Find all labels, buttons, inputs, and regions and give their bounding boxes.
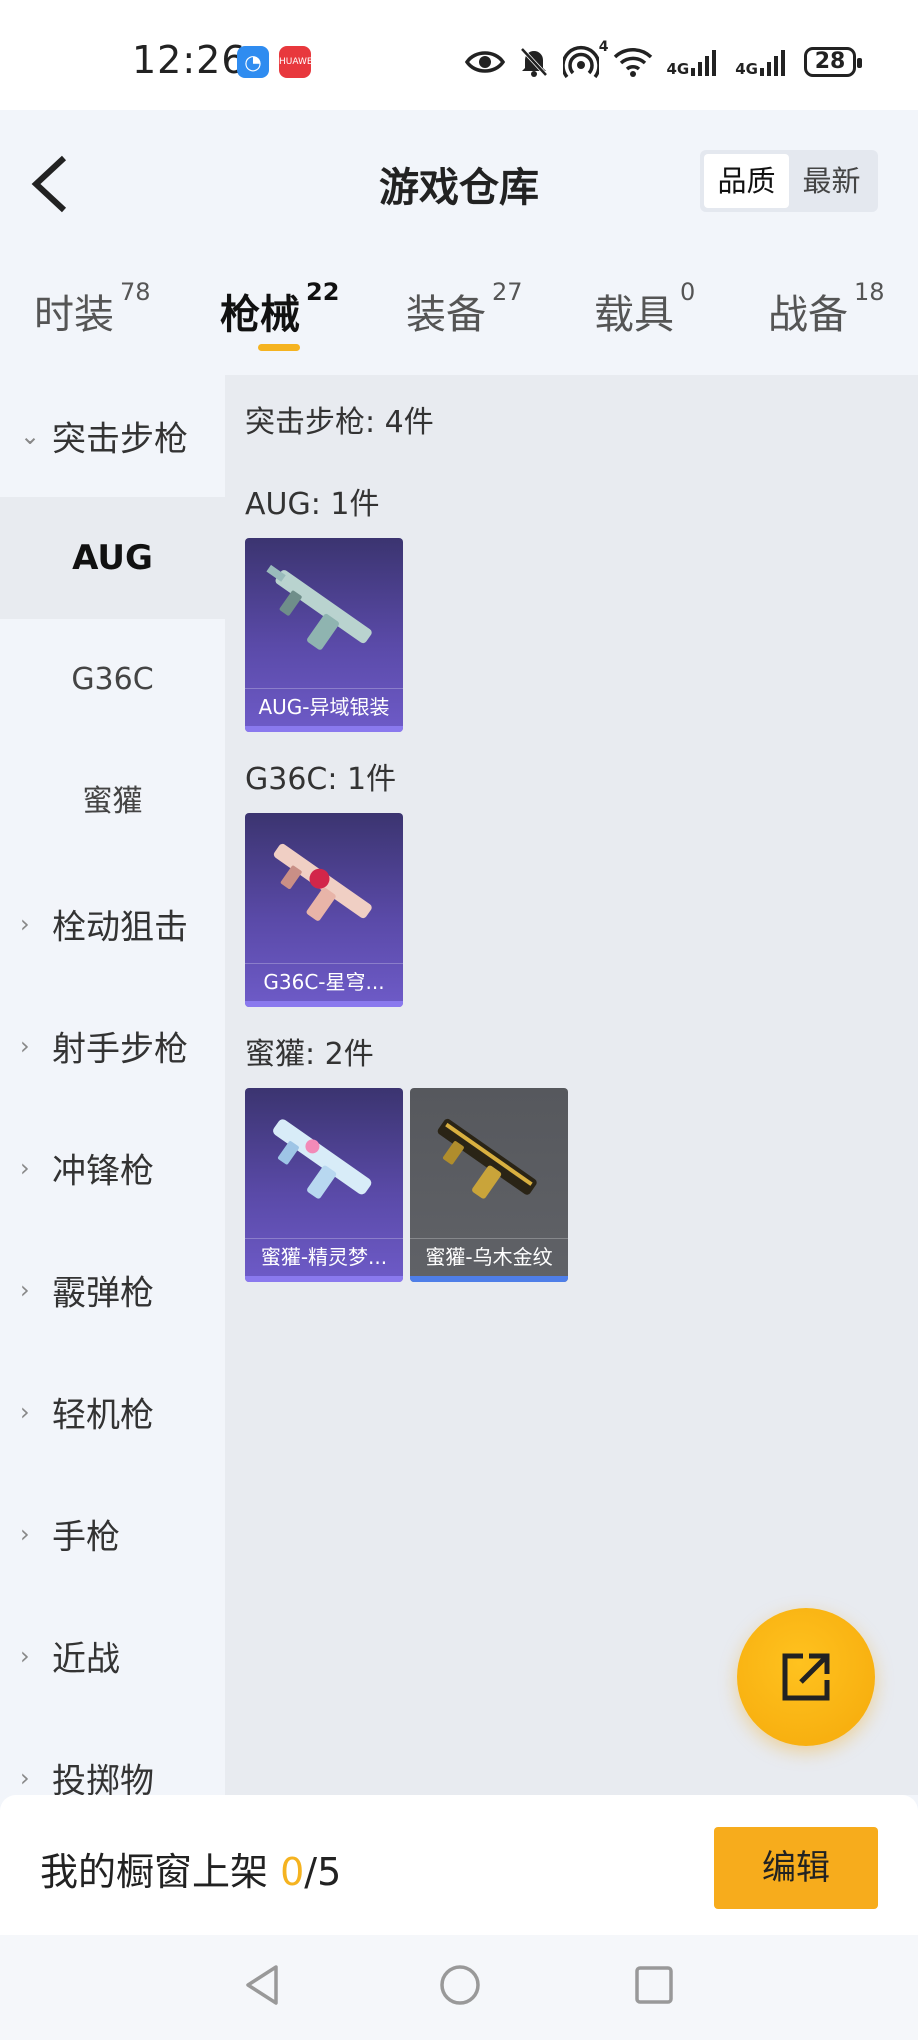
item-name: G36C-星穹... (245, 963, 403, 1001)
nav-home-icon[interactable] (438, 1963, 482, 2007)
sidebar-category-assault-rifle[interactable]: ⌄ 突击步枪 (0, 375, 225, 497)
hotspot-count: 4 (598, 39, 609, 55)
sidebar-item-g36c[interactable]: G36C (0, 619, 225, 741)
tab-equipment[interactable]: 装备 27 (406, 278, 523, 340)
chevron-right-icon: › (20, 1520, 30, 1548)
status-time: 12:26 (132, 38, 247, 82)
rifle-skin-image (273, 1119, 372, 1199)
tab-count: 0 (680, 278, 696, 306)
showcase-total: /5 (304, 1850, 342, 1894)
sidebar-category-pistol[interactable]: › 手枪 (0, 1473, 225, 1595)
sidebar-category-label: 射手步枪 (52, 1029, 188, 1070)
chevron-right-icon: › (20, 910, 30, 938)
status-bar: 12:26 ◔ HUAWEI 4 4G 4G 28 (0, 0, 918, 110)
rarity-bar (410, 1276, 568, 1282)
rifle-skin-image (273, 843, 372, 921)
sidebar-category-label: 霰弹枪 (52, 1273, 154, 1314)
huawei-appgallery-icon: HUAWEI (279, 46, 315, 78)
item-name: 蜜獾-精灵梦... (245, 1238, 403, 1276)
hotspot-icon (562, 46, 599, 79)
sort-quality-option[interactable]: 品质 (704, 154, 789, 208)
item-card[interactable]: 蜜獾-精灵梦... (245, 1088, 403, 1282)
sidebar-category-melee[interactable]: › 近战 (0, 1595, 225, 1717)
tab-count: 78 (120, 278, 151, 306)
signal-icon (760, 50, 785, 76)
tab-label: 时装 (34, 292, 114, 338)
rarity-bar (245, 1276, 403, 1282)
category-tabs: 时装 78 枪械 22 装备 27 载具 0 战备 18 (0, 250, 918, 375)
sidebar-category-label: 栓动狙击 (52, 907, 188, 948)
sidebar-category-smg[interactable]: › 冲锋枪 (0, 1107, 225, 1229)
sort-toggle: 品质 最新 (700, 150, 878, 212)
battery-icon: 28 (804, 47, 862, 77)
system-nav-bar (0, 1935, 918, 2040)
sidebar-category-lmg[interactable]: › 轻机枪 (0, 1351, 225, 1473)
nav-recents-icon[interactable] (634, 1963, 674, 2007)
sidebar-item-honey-badger[interactable]: 蜜獾 (0, 741, 225, 863)
nav-back-icon[interactable] (242, 1963, 282, 2007)
showcase-bar: 我的橱窗上架 0/5 编辑 (0, 1795, 918, 1935)
item-card[interactable]: G36C-星穹... (245, 813, 403, 1007)
tab-tactical[interactable]: 战备 18 (768, 278, 885, 340)
item-name: 蜜獾-乌木金纹 (410, 1238, 568, 1276)
chevron-right-icon: › (20, 1642, 30, 1670)
share-external-icon (782, 1653, 830, 1701)
sidebar-category-label: 轻机枪 (52, 1395, 154, 1436)
tab-count: 22 (306, 278, 340, 306)
sidebar-category-marksman[interactable]: › 射手步枪 (0, 985, 225, 1107)
chevron-right-icon: › (20, 1764, 30, 1792)
network-type-2: 4G (735, 60, 758, 78)
section-title: 突击步枪: 4件 (245, 405, 434, 440)
status-icons: 4 4G 4G 28 (464, 39, 862, 84)
tab-count: 27 (492, 278, 523, 306)
sidebar: ⌄ 突击步枪 AUG G36C 蜜獾 › 栓动狙击 › 射手步枪 › 冲锋枪 › 霰弹枪… (0, 375, 225, 1802)
sidebar-category-label: 手枪 (52, 1517, 120, 1558)
sidebar-category-bolt-sniper[interactable]: › 栓动狙击 (0, 863, 225, 985)
sidebar-category-shotgun[interactable]: › 霰弹枪 (0, 1229, 225, 1351)
chevron-right-icon: › (20, 1398, 30, 1426)
network-type-1: 4G (666, 60, 690, 78)
showcase-label: 我的橱窗上架 (40, 1850, 269, 1894)
tab-label: 载具 (594, 292, 674, 338)
group-title-honey-badger: 蜜獾: 2件 (245, 1037, 374, 1072)
tab-vehicles[interactable]: 载具 0 (594, 278, 695, 340)
tab-count: 18 (854, 278, 885, 306)
chevron-right-icon: › (20, 1276, 30, 1304)
showcase-current-count: 0 (280, 1850, 305, 1894)
group-title-g36c: G36C: 1件 (245, 762, 397, 797)
wifi-icon (613, 48, 652, 77)
eye-icon (464, 51, 505, 73)
tab-fashion[interactable]: 时装 78 (34, 278, 151, 340)
tab-label: 战备 (768, 292, 848, 338)
showcase-status: 我的橱窗上架 0/5 (40, 1841, 341, 1896)
group-title-aug: AUG: 1件 (245, 487, 380, 522)
item-list: 突击步枪: 4件 AUG: 1件 AUG-异域银装 G36C: 1件 G36C-… (225, 375, 918, 1795)
item-card[interactable]: AUG-异域银装 (245, 538, 403, 732)
edit-button[interactable]: 编辑 (714, 1827, 878, 1909)
share-fab-button[interactable] (737, 1608, 875, 1746)
mute-bell-icon (520, 47, 547, 77)
chevron-right-icon: › (20, 1032, 30, 1060)
sort-newest-option[interactable]: 最新 (789, 154, 874, 208)
chevron-down-icon: ⌄ (20, 422, 41, 450)
sidebar-category-label: 突击步枪 (52, 419, 188, 460)
tab-label: 枪械 (220, 292, 300, 338)
sidebar-category-label: 冲锋枪 (52, 1151, 154, 1192)
tab-label: 装备 (406, 292, 486, 338)
sidebar-item-aug[interactable]: AUG (0, 497, 225, 619)
tab-guns[interactable]: 枪械 22 (220, 278, 339, 340)
sidebar-category-label: 近战 (52, 1639, 120, 1680)
signal-icon (691, 50, 717, 76)
assistant-app-icon: ◔ (237, 46, 269, 78)
rarity-bar (245, 726, 403, 732)
rarity-bar (245, 1001, 403, 1007)
chevron-right-icon: › (20, 1154, 30, 1182)
item-name: AUG-异域银装 (245, 688, 403, 726)
active-tab-indicator (258, 344, 300, 351)
page-header: 游戏仓库 品质 最新 (0, 110, 918, 250)
rifle-skin-image (437, 1118, 537, 1199)
rifle-skin-image (266, 564, 372, 650)
item-card[interactable]: 蜜獾-乌木金纹 (410, 1088, 568, 1282)
